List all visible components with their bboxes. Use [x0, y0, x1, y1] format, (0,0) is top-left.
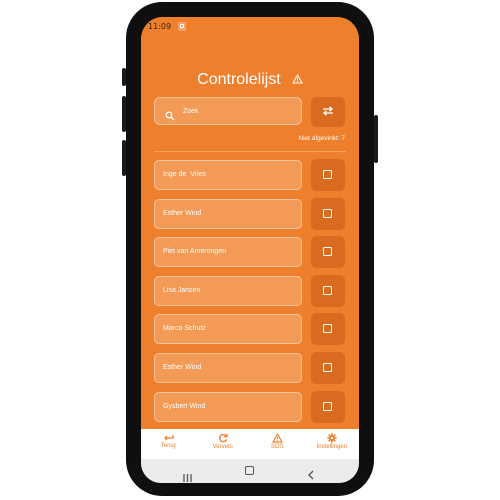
checkbox-icon — [323, 170, 332, 179]
warning-icon[interactable] — [292, 69, 303, 88]
search-box[interactable] — [154, 97, 302, 125]
person-name: Inge de Vries — [163, 171, 206, 178]
home-icon[interactable] — [245, 466, 254, 475]
system-back-icon[interactable] — [308, 465, 314, 483]
person-name-field[interactable]: Esther Wind — [154, 353, 302, 383]
nav-item-instellingen[interactable]: Instellingen — [305, 429, 360, 459]
page-title: Controlelijst — [197, 71, 281, 88]
person-name: Esther Wind — [163, 209, 202, 217]
person-name-field[interactable]: Gysbert Wind — [154, 391, 302, 422]
nav-item-sos[interactable]: SOS — [250, 429, 305, 459]
check-button[interactable] — [311, 274, 345, 307]
checkbox-icon — [323, 208, 332, 218]
list-item: Esther Wind — [154, 352, 346, 385]
person-name-field[interactable]: Marco Schutz — [154, 314, 302, 345]
nav-label: Ververs — [212, 444, 233, 450]
status-time: 11:09 — [148, 22, 172, 31]
person-name-field[interactable]: Piet van Amerongen — [154, 237, 302, 268]
list-item: Marco Schutz — [154, 313, 346, 346]
nav-item-terug[interactable]: Terug — [141, 429, 196, 459]
status-bar: 11:09 — [141, 17, 359, 39]
check-button[interactable] — [311, 159, 345, 191]
bottom-navigation: Terug Ververs SOS Instellingen — [141, 429, 359, 459]
notification-icon — [178, 22, 186, 31]
unchecked-count[interactable]: Niet afgevinkt: 7 — [298, 135, 345, 142]
gear-icon — [305, 433, 360, 443]
checkbox-icon — [323, 363, 332, 372]
nav-label: Instellingen — [316, 444, 347, 450]
person-name: Gysbert Wind — [163, 402, 206, 410]
refresh-icon — [196, 433, 251, 443]
phone-power-button — [374, 115, 378, 163]
checkbox-icon — [323, 285, 332, 295]
person-name: Esther Wind — [163, 364, 202, 371]
check-button[interactable] — [311, 352, 345, 384]
phone-screen: 11:09 Controlelijst Zoek Niet afgevinkt:… — [141, 17, 359, 483]
nav-label: SOS — [270, 444, 284, 450]
list-item: Gysbert Wind — [154, 390, 346, 424]
checkbox-icon — [323, 401, 332, 411]
checkbox-icon — [323, 324, 332, 334]
list-item: Inge de Vries — [154, 159, 346, 192]
nav-item-ververs[interactable]: Ververs — [196, 429, 251, 459]
person-name: Lisa Jansen — [163, 286, 201, 294]
person-name-field[interactable]: Esther Wind — [154, 198, 302, 229]
search-input[interactable] — [183, 104, 293, 118]
person-name-field[interactable]: Lisa Jansen — [154, 275, 302, 306]
recent-apps-icon[interactable] — [183, 467, 192, 483]
nav-label: Terug — [160, 443, 176, 449]
person-name-field[interactable]: Inge de Vries — [154, 160, 302, 190]
list-item: Piet van Amerongen — [154, 236, 346, 269]
list-item: Esther Wind — [154, 197, 346, 231]
checkbox-icon — [323, 247, 332, 257]
person-name: Marco Schutz — [163, 325, 206, 333]
check-button[interactable] — [311, 197, 345, 230]
list-item: Lisa Jansen — [154, 274, 346, 308]
back-arrow-icon — [141, 433, 196, 442]
check-button[interactable] — [311, 313, 345, 346]
swap-arrows-icon — [323, 106, 333, 116]
search-icon — [165, 106, 175, 125]
system-navigation-bar — [141, 459, 359, 483]
person-name: Piet van Amerongen — [163, 248, 227, 256]
checklist-screen: Controlelijst Zoek Niet afgevinkt: 7 Ing… — [141, 39, 359, 429]
divider — [154, 151, 346, 152]
page-header: Controlelijst — [141, 69, 359, 89]
check-button[interactable] — [311, 236, 345, 269]
warning-icon — [250, 433, 305, 443]
sort-toggle-button[interactable] — [311, 97, 345, 127]
check-button[interactable] — [311, 390, 345, 423]
